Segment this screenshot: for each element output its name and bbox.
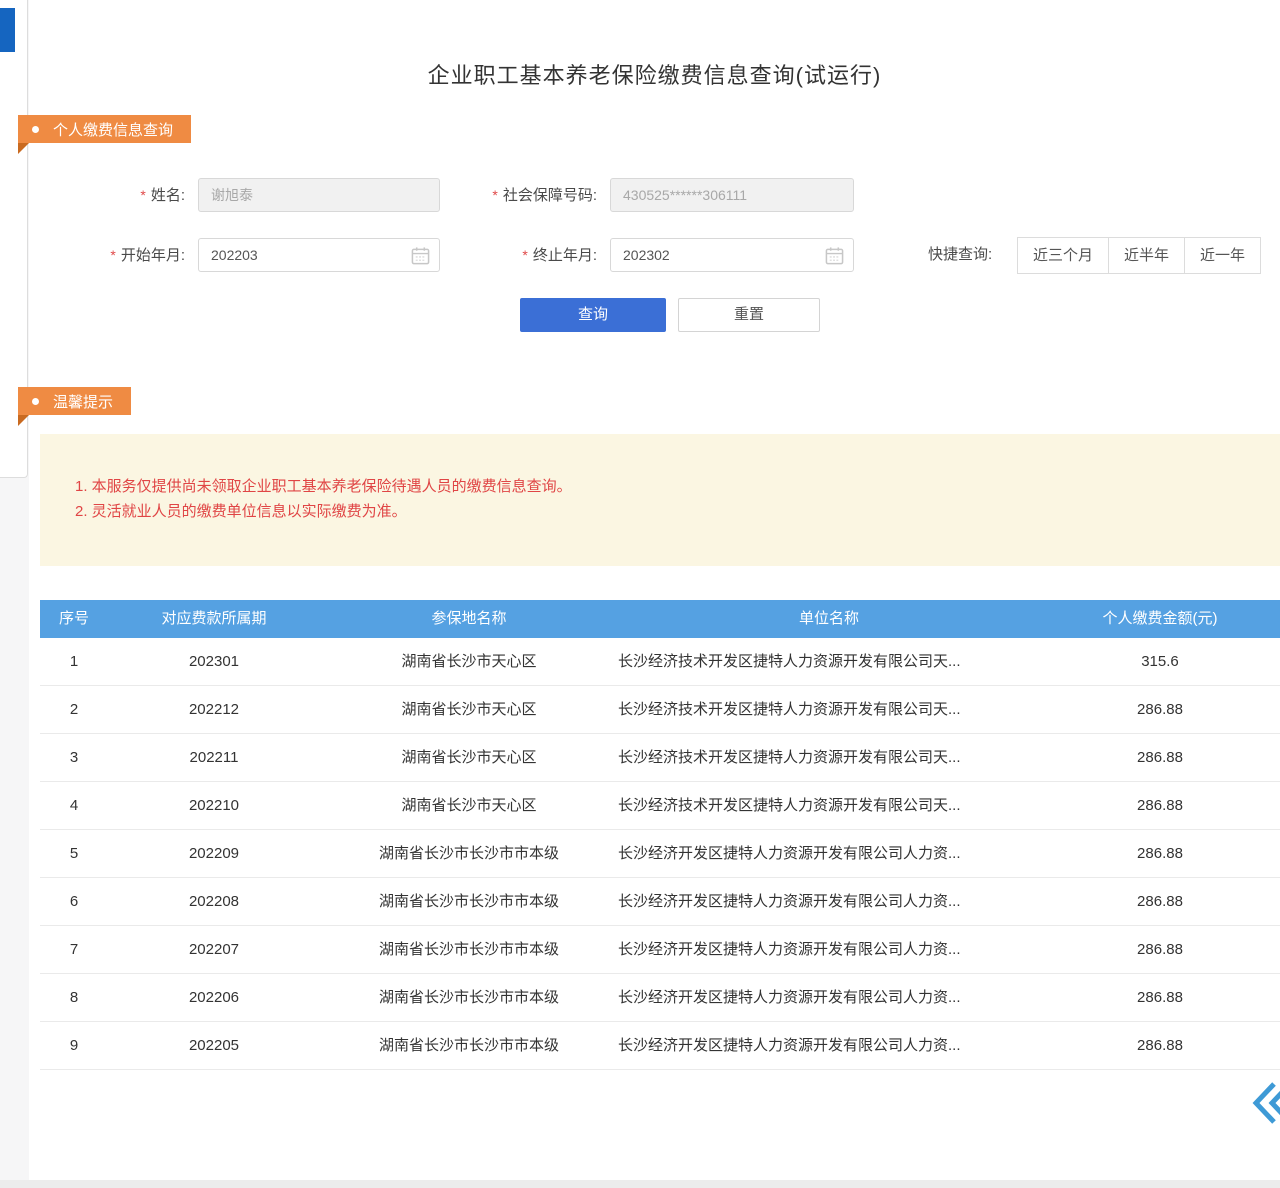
table-cell: 5: [40, 830, 108, 877]
ribbon-fold-decoration: [18, 143, 29, 154]
table-cell: 长沙经济开发区捷特人力资源开发有限公司人力资...: [618, 974, 1040, 1021]
table-cell: 202208: [108, 878, 320, 925]
table-cell: 长沙经济技术开发区捷特人力资源开发有限公司天...: [618, 734, 1040, 781]
ssn-input[interactable]: 430525******306111: [610, 178, 854, 212]
bottom-divider-bar: [0, 1180, 1280, 1188]
table-cell: 湖南省长沙市长沙市市本级: [320, 926, 618, 973]
table-cell: 湖南省长沙市天心区: [320, 686, 618, 733]
table-cell: 1: [40, 638, 108, 685]
page-title: 企业职工基本养老保险缴费信息查询(试运行): [29, 58, 1280, 90]
quick-btn-last-3-months[interactable]: 近三个月: [1017, 237, 1109, 274]
table-cell: 202207: [108, 926, 320, 973]
table-row: 3202211湖南省长沙市天心区长沙经济技术开发区捷特人力资源开发有限公司天..…: [40, 734, 1280, 782]
table-body: 1202301湖南省长沙市天心区长沙经济技术开发区捷特人力资源开发有限公司天..…: [40, 638, 1280, 1070]
table-row: 2202212湖南省长沙市天心区长沙经济技术开发区捷特人力资源开发有限公司天..…: [40, 686, 1280, 734]
quick-btn-last-year[interactable]: 近一年: [1184, 237, 1261, 274]
table-row: 8202206湖南省长沙市长沙市市本级长沙经济开发区捷特人力资源开发有限公司人力…: [40, 974, 1280, 1022]
table-cell: 286.88: [1040, 926, 1280, 973]
table-cell: 202211: [108, 734, 320, 781]
end-month-input[interactable]: 202302: [610, 238, 854, 272]
col-header-company: 单位名称: [618, 600, 1040, 638]
table-cell: 长沙经济技术开发区捷特人力资源开发有限公司天...: [618, 782, 1040, 829]
section-tag-personal-query: 个人缴费信息查询: [18, 115, 191, 143]
table-cell: 7: [40, 926, 108, 973]
table-row: 6202208湖南省长沙市长沙市市本级长沙经济开发区捷特人力资源开发有限公司人力…: [40, 878, 1280, 926]
table-cell: 286.88: [1040, 686, 1280, 733]
table-cell: 长沙经济开发区捷特人力资源开发有限公司人力资...: [618, 1022, 1040, 1069]
start-month-label: *开始年月:: [85, 238, 185, 272]
table-cell: 湖南省长沙市长沙市市本级: [320, 1022, 618, 1069]
table-row: 9202205湖南省长沙市长沙市市本级长沙经济开发区捷特人力资源开发有限公司人力…: [40, 1022, 1280, 1070]
ribbon-fold-decoration: [18, 415, 29, 426]
col-header-amount: 个人缴费金额(元): [1040, 600, 1280, 638]
table-cell: 湖南省长沙市长沙市市本级: [320, 974, 618, 1021]
tips-notice-box: 1. 本服务仅提供尚未领取企业职工基本养老保险待遇人员的缴费信息查询。 2. 灵…: [40, 434, 1280, 566]
required-asterisk: *: [492, 187, 497, 203]
bullet-icon: [32, 398, 39, 405]
tip-line-2: 2. 灵活就业人员的缴费单位信息以实际缴费为准。: [75, 499, 1250, 524]
table-cell: 长沙经济开发区捷特人力资源开发有限公司人力资...: [618, 878, 1040, 925]
query-button[interactable]: 查询: [520, 298, 666, 332]
name-label: *姓名:: [95, 178, 185, 212]
quick-btn-last-half-year[interactable]: 近半年: [1108, 237, 1185, 274]
ssn-label: *社会保障号码:: [455, 178, 597, 212]
col-header-index: 序号: [40, 600, 108, 638]
pension-query-page: 企业职工基本养老保险缴费信息查询(试运行) 个人缴费信息查询 *姓名: 谢旭泰 …: [0, 0, 1280, 1188]
table-cell: 202205: [108, 1022, 320, 1069]
table-row: 7202207湖南省长沙市长沙市市本级长沙经济开发区捷特人力资源开发有限公司人力…: [40, 926, 1280, 974]
table-cell: 202212: [108, 686, 320, 733]
table-cell: 286.88: [1040, 1022, 1280, 1069]
required-asterisk: *: [140, 187, 145, 203]
table-row: 4202210湖南省长沙市天心区长沙经济技术开发区捷特人力资源开发有限公司天..…: [40, 782, 1280, 830]
name-input[interactable]: 谢旭泰: [198, 178, 440, 212]
table-cell: 286.88: [1040, 830, 1280, 877]
table-cell: 3: [40, 734, 108, 781]
section-tag-label: 个人缴费信息查询: [53, 119, 173, 140]
tip-line-1: 1. 本服务仅提供尚未领取企业职工基本养老保险待遇人员的缴费信息查询。: [75, 474, 1250, 499]
table-cell: 6: [40, 878, 108, 925]
table-cell: 286.88: [1040, 782, 1280, 829]
col-header-location: 参保地名称: [320, 600, 618, 638]
table-cell: 长沙经济开发区捷特人力资源开发有限公司人力资...: [618, 926, 1040, 973]
calendar-icon[interactable]: [411, 246, 430, 265]
table-cell: 286.88: [1040, 734, 1280, 781]
end-month-label: *终止年月:: [455, 238, 597, 272]
quick-query-label: 快捷查询:: [928, 238, 1010, 272]
table-cell: 286.88: [1040, 878, 1280, 925]
table-cell: 8: [40, 974, 108, 1021]
table-cell: 286.88: [1040, 974, 1280, 1021]
table-cell: 202210: [108, 782, 320, 829]
section-tag-tips: 温馨提示: [18, 387, 131, 415]
col-header-period: 对应费款所属期: [108, 600, 320, 638]
table-row: 1202301湖南省长沙市天心区长沙经济技术开发区捷特人力资源开发有限公司天..…: [40, 638, 1280, 686]
start-month-input[interactable]: 202203: [198, 238, 440, 272]
calendar-icon[interactable]: [825, 246, 844, 265]
table-cell: 湖南省长沙市天心区: [320, 782, 618, 829]
table-cell: 202209: [108, 830, 320, 877]
table-header-row: 序号 对应费款所属期 参保地名称 单位名称 个人缴费金额(元): [40, 600, 1280, 638]
required-asterisk: *: [110, 247, 115, 263]
reset-button[interactable]: 重置: [678, 298, 820, 332]
results-table: 序号 对应费款所属期 参保地名称 单位名称 个人缴费金额(元) 1202301湖…: [40, 600, 1280, 1070]
table-cell: 长沙经济技术开发区捷特人力资源开发有限公司天...: [618, 638, 1040, 685]
table-cell: 202206: [108, 974, 320, 1021]
bullet-icon: [32, 126, 39, 133]
table-cell: 湖南省长沙市长沙市市本级: [320, 830, 618, 877]
table-row: 5202209湖南省长沙市长沙市市本级长沙经济开发区捷特人力资源开发有限公司人力…: [40, 830, 1280, 878]
table-cell: 202301: [108, 638, 320, 685]
section-tag-label: 温馨提示: [53, 391, 113, 412]
quick-query-group: 近三个月 近半年 近一年: [1018, 237, 1261, 274]
table-cell: 4: [40, 782, 108, 829]
required-asterisk: *: [522, 247, 527, 263]
table-cell: 湖南省长沙市长沙市市本级: [320, 878, 618, 925]
table-cell: 2: [40, 686, 108, 733]
top-left-blue-block: [0, 8, 15, 52]
table-cell: 长沙经济技术开发区捷特人力资源开发有限公司天...: [618, 686, 1040, 733]
table-cell: 长沙经济开发区捷特人力资源开发有限公司人力资...: [618, 830, 1040, 877]
collapse-panel-icon[interactable]: [1252, 1080, 1280, 1126]
table-cell: 湖南省长沙市天心区: [320, 638, 618, 685]
table-cell: 9: [40, 1022, 108, 1069]
table-cell: 315.6: [1040, 638, 1280, 685]
table-cell: 湖南省长沙市天心区: [320, 734, 618, 781]
